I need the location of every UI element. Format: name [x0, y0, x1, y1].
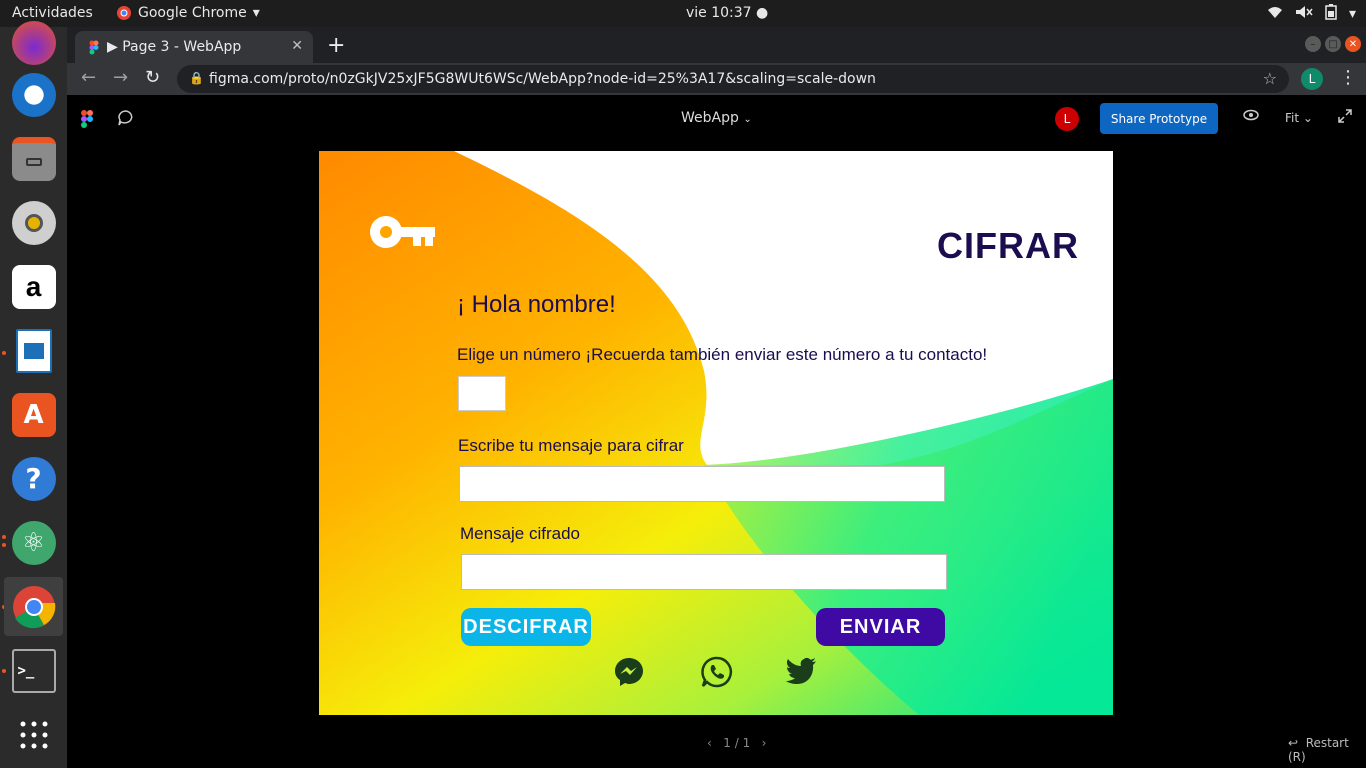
dock-terminal[interactable]: >_: [4, 641, 63, 700]
wifi-icon: [1267, 5, 1283, 23]
send-button[interactable]: ENVIAR: [816, 608, 945, 646]
figma-footer: ‹ 1 / 1 › ↩ Restart (R): [67, 723, 1366, 768]
files-icon: [11, 136, 56, 181]
clock[interactable]: vie 10:37 ●: [686, 5, 768, 21]
message-label: Escribe tu mensaje para cifrar: [458, 436, 684, 455]
twitter-icon[interactable]: [785, 656, 817, 686]
lock-icon: 🔒: [189, 71, 204, 85]
prev-page-button[interactable]: ‹: [707, 736, 712, 750]
chrome-window: ▶ Page 3 - WebApp ✕ + – □ ✕ ← → ↻ 🔒 figm…: [67, 27, 1366, 768]
eye-icon[interactable]: [1243, 109, 1259, 125]
help-icon: ?: [11, 456, 56, 501]
figma-prototype-viewer: WebApp ⌄ L Share Prototype Fit ⌄ CIFRAR …: [67, 95, 1366, 768]
next-page-button[interactable]: ›: [762, 736, 767, 750]
close-window-button[interactable]: ✕: [1345, 36, 1361, 52]
greeting-heading: ¡ Hola nombre!: [457, 291, 616, 318]
chrome-menu-icon[interactable]: ⋮: [1339, 67, 1357, 88]
prototype-frame: CIFRAR ¡ Hola nombre! Elige un número ¡R…: [319, 151, 1113, 715]
pager: ‹ 1 / 1 ›: [707, 736, 767, 750]
dock-show-apps[interactable]: [4, 705, 63, 764]
page-title: CIFRAR: [937, 225, 1079, 266]
file-title[interactable]: WebApp ⌄: [681, 110, 752, 126]
volume-muted-icon: [1295, 5, 1313, 23]
dock-thunderbird[interactable]: [4, 65, 63, 124]
number-label: Elige un número ¡Recuerda también enviar…: [457, 345, 988, 364]
figma-header: WebApp ⌄ L Share Prototype Fit ⌄: [67, 95, 1366, 143]
number-input[interactable]: [458, 376, 506, 411]
new-tab-button[interactable]: +: [327, 33, 345, 58]
minimize-button[interactable]: –: [1305, 36, 1321, 52]
app-name: Google Chrome: [138, 5, 247, 21]
tab-page3[interactable]: ▶ Page 3 - WebApp ✕: [75, 31, 313, 63]
dock-files[interactable]: [4, 129, 63, 188]
message-input[interactable]: [459, 466, 945, 502]
expand-icon[interactable]: [1338, 109, 1352, 127]
reload-button[interactable]: ↻: [145, 67, 160, 88]
amazon-icon: a: [11, 264, 56, 309]
dock-writer[interactable]: [4, 321, 63, 380]
chevron-down-icon: ▾: [1348, 6, 1356, 22]
system-top-bar: Actividades Google Chrome ▾ vie 10:37 ● …: [0, 0, 1366, 27]
forward-button[interactable]: →: [113, 67, 128, 88]
close-icon[interactable]: ✕: [291, 38, 303, 54]
atom-icon: ⚛: [11, 520, 56, 565]
back-button[interactable]: ←: [81, 67, 96, 88]
browser-toolbar: ← → ↻ 🔒 figma.com/proto/n0zGkJV25xJF5G8W…: [67, 63, 1366, 95]
dock-software[interactable]: A: [4, 385, 63, 444]
dock-firefox[interactable]: [4, 13, 63, 72]
dock-rhythmbox[interactable]: [4, 193, 63, 252]
zoom-menu[interactable]: Fit ⌄: [1285, 111, 1313, 125]
share-prototype-button[interactable]: Share Prototype: [1100, 103, 1218, 134]
decipher-button[interactable]: DESCIFRAR: [461, 608, 591, 646]
bookmark-star-icon[interactable]: ☆: [1263, 69, 1277, 88]
restart-button[interactable]: ↩ Restart (R): [1288, 736, 1366, 764]
address-bar[interactable]: 🔒 figma.com/proto/n0zGkJV25xJF5G8WUt6WSc…: [177, 65, 1289, 93]
figma-favicon-icon: [89, 40, 99, 54]
battery-icon: [1325, 4, 1337, 24]
dock-chrome[interactable]: [4, 577, 63, 636]
maximize-button[interactable]: □: [1325, 36, 1341, 52]
ciphered-label: Mensaje cifrado: [460, 524, 581, 543]
comment-icon[interactable]: [117, 109, 135, 127]
tab-title: ▶ Page 3 - WebApp: [107, 39, 242, 55]
firefox-icon: [11, 20, 56, 65]
apps-grid-icon: [12, 713, 56, 757]
user-avatar[interactable]: L: [1055, 107, 1079, 131]
app-menu[interactable]: Google Chrome ▾: [116, 5, 260, 21]
chrome-icon: [12, 585, 56, 629]
thunderbird-icon: [11, 72, 56, 117]
dock: a A ? ⚛ >_: [0, 20, 67, 768]
rhythmbox-icon: [11, 200, 56, 245]
chevron-down-icon: ▾: [252, 5, 260, 21]
dock-atom[interactable]: ⚛: [4, 513, 63, 572]
key-icon: [370, 216, 435, 248]
ciphered-message-field[interactable]: [461, 554, 947, 590]
chrome-icon: [117, 6, 131, 20]
writer-icon: [15, 328, 52, 373]
figma-logo-icon[interactable]: [81, 110, 93, 128]
software-icon: A: [11, 392, 56, 437]
whatsapp-icon[interactable]: [701, 656, 733, 688]
messenger-icon[interactable]: [613, 656, 645, 688]
dock-help[interactable]: ?: [4, 449, 63, 508]
profile-avatar[interactable]: L: [1301, 68, 1323, 90]
url-text: figma.com/proto/n0zGkJV25xJF5G8WUt6WSc/W…: [209, 71, 876, 87]
tab-strip: ▶ Page 3 - WebApp ✕ + – □ ✕: [67, 27, 1366, 63]
system-tray[interactable]: ▾: [1267, 4, 1356, 24]
terminal-icon: >_: [11, 648, 56, 693]
dock-amazon[interactable]: a: [4, 257, 63, 316]
